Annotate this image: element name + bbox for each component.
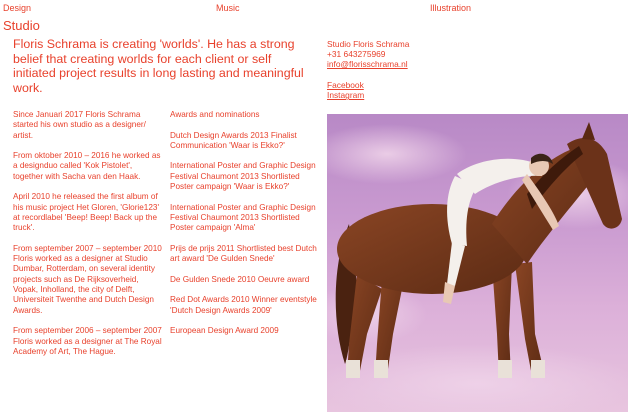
bio-paragraph: From september 2007 – september 2010 Flo… <box>13 243 162 315</box>
page-title: Studio <box>3 18 40 33</box>
top-navigation: Design Music Illustration <box>0 3 640 17</box>
bio-paragraph: April 2010 he released the first album o… <box>13 192 160 233</box>
bio-column: Since Januari 2017 Floris Schrama starte… <box>13 110 163 367</box>
nav-design-link[interactable]: Design <box>3 3 31 13</box>
horse-rider-illustration <box>327 122 628 412</box>
studio-name: Studio Floris Schrama <box>327 39 410 49</box>
nav-illustration-link[interactable]: Illustration <box>430 3 471 13</box>
award-item: European Design Award 2009 <box>170 326 279 336</box>
awards-heading: Awards and nominations <box>170 110 260 119</box>
phone-number: +31 643275969 <box>327 49 386 60</box>
award-item: International Poster and Graphic Design … <box>170 202 316 233</box>
intro-statement: Floris Schrama is creating 'worlds'. He … <box>13 37 304 95</box>
bio-paragraph: From september 2006 – september 2007 Flo… <box>13 326 162 356</box>
award-item: International Poster and Graphic Design … <box>170 161 316 192</box>
bio-paragraph: Since Januari 2017 Floris Schrama starte… <box>13 110 146 140</box>
award-item: Dutch Design Awards 2013 Finalist Commun… <box>170 130 297 150</box>
contact-block: Studio Floris Schrama +31 643275969 info… <box>327 39 409 70</box>
award-item: De Gulden Snede 2010 Oeuvre award <box>170 274 310 284</box>
instagram-link[interactable]: Instagram <box>327 90 364 100</box>
award-item: Red Dot Awards 2010 Winner eventstyle 'D… <box>170 295 317 315</box>
social-links: Facebook Instagram <box>327 80 364 100</box>
awards-column: Awards and nominations Dutch Design Awar… <box>170 110 320 347</box>
nav-music-link[interactable]: Music <box>216 3 240 13</box>
email-link[interactable]: info@florisschrama.nl <box>327 59 409 69</box>
hero-photo <box>327 114 628 412</box>
bio-paragraph: From oktober 2010 – 2016 he worked as a … <box>13 151 161 181</box>
facebook-link[interactable]: Facebook <box>327 80 364 90</box>
award-item: Prijs de prijs 2011 Shortlisted best Dut… <box>170 243 317 264</box>
